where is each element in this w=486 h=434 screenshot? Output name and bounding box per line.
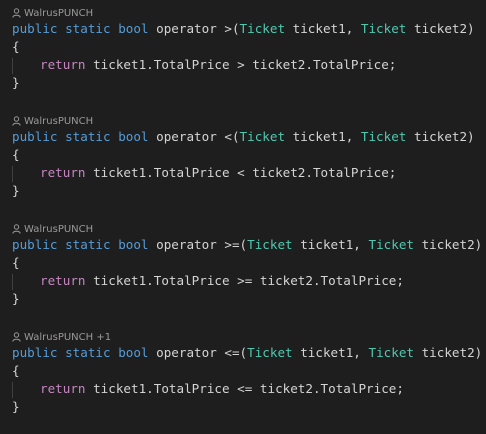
return-statement: return ticket1.TotalPrice >= ticket2.Tot… bbox=[12, 272, 404, 290]
person-icon bbox=[12, 332, 21, 342]
close-brace: } bbox=[12, 399, 20, 414]
keyword-public: public bbox=[12, 237, 58, 252]
codelens-author-label: WalrusPUNCH bbox=[24, 223, 94, 235]
code-editor[interactable]: WalrusPUNCH public static bool operator … bbox=[0, 0, 486, 422]
param-type: Ticket bbox=[239, 129, 286, 144]
param-name: ticket2) bbox=[421, 345, 483, 360]
return-expression: ticket1.TotalPrice >= ticket2.TotalPrice… bbox=[93, 273, 404, 288]
method-signature: public static bool operator <(Ticket tic… bbox=[12, 128, 475, 146]
keyword-static: static bbox=[65, 129, 111, 144]
operator-less-than-block: WalrusPUNCH public static bool operator … bbox=[0, 110, 486, 218]
person-icon bbox=[12, 8, 21, 18]
operator-greater-than-block: WalrusPUNCH public static bool operator … bbox=[0, 2, 486, 110]
person-icon bbox=[12, 116, 21, 126]
close-brace: } bbox=[12, 291, 20, 306]
codelens-author[interactable]: WalrusPUNCH bbox=[12, 6, 93, 20]
codelens-author[interactable]: WalrusPUNCH +1 bbox=[12, 330, 111, 344]
codelens-author[interactable]: WalrusPUNCH bbox=[12, 222, 93, 236]
codelens-author-label: WalrusPUNCH bbox=[24, 7, 94, 19]
keyword-return: return bbox=[40, 381, 86, 396]
close-brace: } bbox=[12, 183, 20, 198]
param-name: ticket2) bbox=[413, 21, 475, 36]
return-statement: return ticket1.TotalPrice < ticket2.Tota… bbox=[12, 164, 396, 182]
method-signature: public static bool operator <=(Ticket ti… bbox=[12, 344, 482, 362]
operator-name: operator <( bbox=[156, 129, 240, 144]
keyword-bool: bool bbox=[118, 21, 149, 36]
return-expression: ticket1.TotalPrice <= ticket2.TotalPrice… bbox=[93, 381, 404, 396]
keyword-bool: bool bbox=[118, 345, 149, 360]
keyword-public: public bbox=[12, 129, 58, 144]
method-signature: public static bool operator >=(Ticket ti… bbox=[12, 236, 482, 254]
open-brace: { bbox=[12, 255, 20, 270]
param-name: ticket1, bbox=[300, 237, 361, 252]
param-name: ticket1, bbox=[300, 345, 361, 360]
return-expression: ticket1.TotalPrice > ticket2.TotalPrice; bbox=[93, 57, 397, 72]
return-statement: return ticket1.TotalPrice > ticket2.Tota… bbox=[12, 56, 396, 74]
open-brace: { bbox=[12, 39, 20, 54]
operator-less-equal-block: WalrusPUNCH +1 public static bool operat… bbox=[0, 326, 486, 434]
return-statement: return ticket1.TotalPrice <= ticket2.Tot… bbox=[12, 380, 404, 398]
param-type: Ticket bbox=[360, 129, 407, 144]
param-name: ticket1, bbox=[292, 129, 354, 144]
person-icon bbox=[12, 224, 21, 234]
keyword-static: static bbox=[65, 345, 111, 360]
close-brace: } bbox=[12, 75, 20, 90]
return-expression: ticket1.TotalPrice < ticket2.TotalPrice; bbox=[93, 165, 397, 180]
param-type: Ticket bbox=[239, 21, 286, 36]
param-name: ticket2) bbox=[413, 129, 475, 144]
operator-greater-equal-block: WalrusPUNCH public static bool operator … bbox=[0, 218, 486, 326]
keyword-bool: bool bbox=[118, 129, 149, 144]
codelens-author-label: WalrusPUNCH +1 bbox=[24, 331, 112, 343]
param-name: ticket1, bbox=[292, 21, 354, 36]
keyword-return: return bbox=[40, 165, 86, 180]
operator-name: operator >( bbox=[156, 21, 240, 36]
keyword-static: static bbox=[65, 21, 111, 36]
param-name: ticket2) bbox=[421, 237, 483, 252]
codelens-author[interactable]: WalrusPUNCH bbox=[12, 114, 93, 128]
open-brace: { bbox=[12, 363, 20, 378]
open-brace: { bbox=[12, 147, 20, 162]
keyword-return: return bbox=[40, 57, 86, 72]
keyword-bool: bool bbox=[118, 237, 149, 252]
param-type: Ticket bbox=[360, 21, 407, 36]
keyword-static: static bbox=[65, 237, 111, 252]
keyword-public: public bbox=[12, 345, 58, 360]
param-type: Ticket bbox=[247, 345, 293, 360]
param-type: Ticket bbox=[368, 237, 414, 252]
param-type: Ticket bbox=[247, 237, 293, 252]
param-type: Ticket bbox=[368, 345, 414, 360]
method-signature: public static bool operator >(Ticket tic… bbox=[12, 20, 475, 38]
codelens-author-label: WalrusPUNCH bbox=[24, 115, 94, 127]
operator-name: operator <=( bbox=[156, 345, 248, 360]
keyword-public: public bbox=[12, 21, 58, 36]
keyword-return: return bbox=[40, 273, 86, 288]
operator-name: operator >=( bbox=[156, 237, 248, 252]
